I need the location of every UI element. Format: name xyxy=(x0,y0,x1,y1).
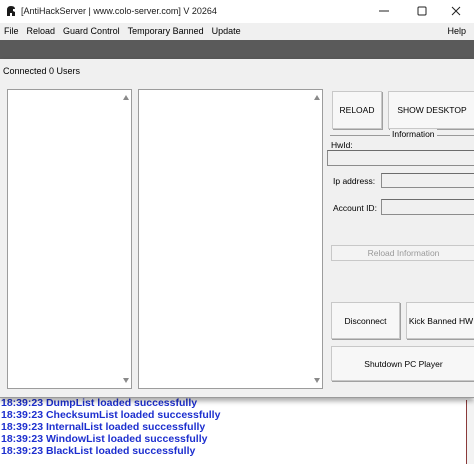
log-line: 18:39:23 InternalList loaded successfull… xyxy=(1,421,206,433)
details-list[interactable] xyxy=(138,89,323,389)
reload-button[interactable]: RELOAD xyxy=(332,91,382,129)
log-line: 18:39:23 DumpList loaded successfully xyxy=(1,397,198,409)
log-panel: 18:39:23 DumpList loaded successfully 18… xyxy=(0,396,474,464)
close-button[interactable] xyxy=(438,0,474,23)
maximize-icon xyxy=(417,6,427,18)
hwid-field[interactable] xyxy=(327,150,474,166)
users-list-scrollbar[interactable] xyxy=(120,90,131,388)
title-bar: [AntiHackServer | www.colo-server.com] V… xyxy=(0,0,474,23)
shutdown-pc-player-button[interactable]: Shutdown PC Player xyxy=(331,346,474,381)
spartan-helmet-icon xyxy=(5,5,17,17)
hwid-label: HwId: xyxy=(331,140,353,150)
connected-users-label: Connected 0 Users xyxy=(3,66,81,76)
scroll-up-icon[interactable] xyxy=(314,95,320,100)
maximize-button[interactable] xyxy=(404,0,440,23)
log-line: 18:39:23 WindowList loaded successfully xyxy=(1,433,208,445)
show-desktop-button[interactable]: SHOW DESKTOP xyxy=(388,91,474,129)
window-title: [AntiHackServer | www.colo-server.com] V… xyxy=(21,6,217,16)
users-list[interactable] xyxy=(7,89,132,389)
account-id-label: Account ID: xyxy=(333,203,377,213)
menu-update[interactable]: Update xyxy=(208,23,245,40)
menu-temporary-banned[interactable]: Temporary Banned xyxy=(124,23,208,40)
ip-address-field[interactable] xyxy=(381,173,474,188)
menu-spacer xyxy=(245,23,444,40)
background-band xyxy=(0,40,474,59)
log-scrollbar[interactable] xyxy=(466,400,474,464)
menu-bar: File Reload Guard Control Temporary Bann… xyxy=(0,23,474,40)
close-icon xyxy=(451,6,461,18)
log-line: 18:39:23 ChecksumList loaded successfull… xyxy=(1,409,221,421)
menu-guard-control[interactable]: Guard Control xyxy=(59,23,124,40)
information-group-title: Information xyxy=(390,129,437,139)
menu-file[interactable]: File xyxy=(0,23,23,40)
menu-reload[interactable]: Reload xyxy=(23,23,60,40)
scroll-down-icon[interactable] xyxy=(123,378,129,383)
reload-information-button[interactable]: Reload Information xyxy=(331,245,474,261)
kick-banned-hw-button[interactable]: Kick Banned HW xyxy=(406,302,474,339)
menu-help[interactable]: Help xyxy=(443,23,474,40)
ip-address-label: Ip address: xyxy=(333,176,376,186)
account-id-field[interactable] xyxy=(381,199,474,215)
details-list-scrollbar[interactable] xyxy=(311,90,322,388)
main-dialog: Connected 0 Users RELOAD SHOW DESKTOP In… xyxy=(0,59,474,398)
scroll-up-icon[interactable] xyxy=(123,95,129,100)
log-line: 18:39:23 BlackList loaded successfully xyxy=(1,445,196,457)
scroll-down-icon[interactable] xyxy=(314,378,320,383)
disconnect-button[interactable]: Disconnect xyxy=(331,302,400,339)
minimize-icon xyxy=(379,6,389,18)
minimize-button[interactable] xyxy=(366,0,402,23)
